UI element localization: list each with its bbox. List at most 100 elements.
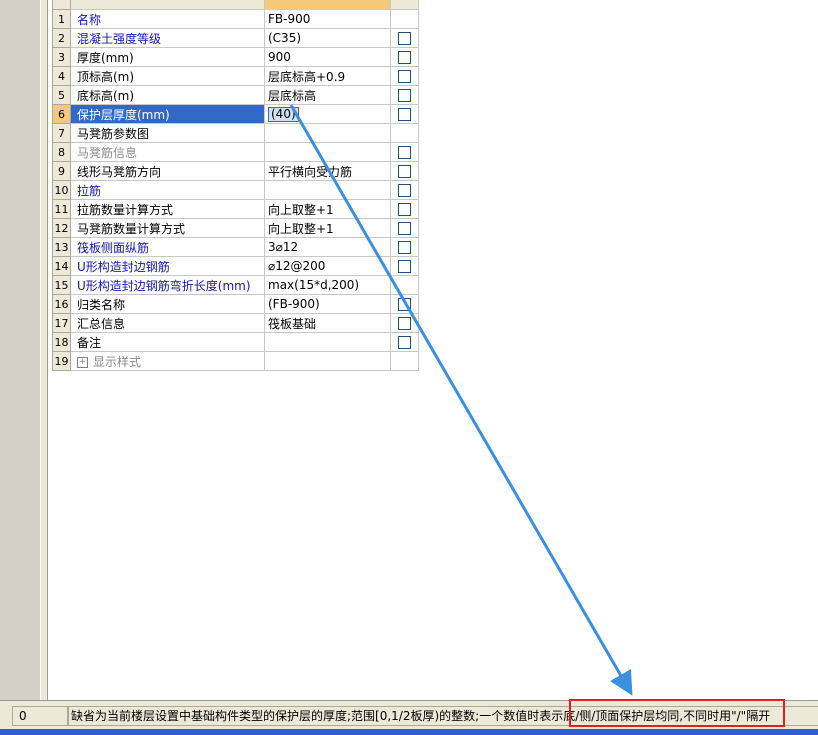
row-number[interactable]: 10 bbox=[52, 180, 71, 200]
property-row[interactable]: 4 顶标高(m) 层底标高+0.9 bbox=[52, 66, 419, 86]
property-value: 向上取整+1 bbox=[268, 202, 334, 217]
property-row[interactable]: 16 归类名称 (FB-900) bbox=[52, 294, 419, 314]
header-num-cell bbox=[52, 0, 71, 10]
property-value-cell[interactable]: ⌀12@200 bbox=[264, 256, 391, 276]
row-number[interactable]: 15 bbox=[52, 275, 71, 295]
property-row[interactable]: 17 汇总信息 筏板基础 bbox=[52, 313, 419, 333]
row-number[interactable]: 13 bbox=[52, 237, 71, 257]
checkbox-icon[interactable] bbox=[398, 317, 411, 330]
property-row[interactable]: 11 拉筋数量计算方式 向上取整+1 bbox=[52, 199, 419, 219]
property-name[interactable]: 归类名称 bbox=[70, 294, 265, 314]
property-name[interactable]: U形构造封边钢筋 bbox=[70, 256, 265, 276]
checkbox-icon[interactable] bbox=[398, 108, 411, 121]
property-value-cell[interactable]: 向上取整+1 bbox=[264, 218, 391, 238]
property-row[interactable]: 18 备注 bbox=[52, 332, 419, 352]
property-value-cell[interactable]: (C35) bbox=[264, 28, 391, 48]
plus-expand-icon[interactable]: + bbox=[77, 356, 88, 368]
property-name[interactable]: 马凳筋数量计算方式 bbox=[70, 218, 265, 238]
row-number[interactable]: 3 bbox=[52, 47, 71, 67]
property-row[interactable]: 2 混凝土强度等级 (C35) bbox=[52, 28, 419, 48]
checkbox-icon[interactable] bbox=[398, 184, 411, 197]
property-value-cell[interactable]: (FB-900) bbox=[264, 294, 391, 314]
checkbox-icon[interactable] bbox=[398, 298, 411, 311]
property-value-cell[interactable] bbox=[264, 142, 391, 162]
property-row[interactable]: 1 名称 FB-900 bbox=[52, 9, 419, 29]
property-name[interactable]: 线形马凳筋方向 bbox=[70, 161, 265, 181]
row-number[interactable]: 9 bbox=[52, 161, 71, 181]
property-value: ⌀12@200 bbox=[268, 259, 326, 273]
checkbox-icon[interactable] bbox=[398, 51, 411, 64]
row-number[interactable]: 2 bbox=[52, 28, 71, 48]
property-value-cell[interactable]: FB-900 bbox=[264, 9, 391, 29]
property-name[interactable]: 马凳筋信息 bbox=[70, 142, 265, 162]
property-value-cell[interactable]: 筏板基础 bbox=[264, 313, 391, 333]
property-row[interactable]: 7 马凳筋参数图 bbox=[52, 123, 419, 143]
property-value-cell[interactable] bbox=[264, 123, 391, 143]
property-value-cell[interactable]: 向上取整+1 bbox=[264, 199, 391, 219]
property-name[interactable]: 混凝土强度等级 bbox=[70, 28, 265, 48]
property-value-cell[interactable] bbox=[264, 351, 391, 371]
property-name[interactable]: 拉筋 bbox=[70, 180, 265, 200]
row-number[interactable]: 7 bbox=[52, 123, 71, 143]
property-name[interactable]: 汇总信息 bbox=[70, 313, 265, 333]
row-number[interactable]: 12 bbox=[52, 218, 71, 238]
checkbox-icon[interactable] bbox=[398, 336, 411, 349]
row-number[interactable]: 5 bbox=[52, 85, 71, 105]
property-row[interactable]: 9 线形马凳筋方向 平行横向受力筋 bbox=[52, 161, 419, 181]
property-name[interactable]: U形构造封边钢筋弯折长度(mm) bbox=[70, 275, 265, 295]
property-name[interactable]: 厚度(mm) bbox=[70, 47, 265, 67]
row-number[interactable]: 18 bbox=[52, 332, 71, 352]
splitter[interactable] bbox=[40, 0, 47, 700]
property-row[interactable]: 10 拉筋 bbox=[52, 180, 419, 200]
property-name[interactable]: 马凳筋参数图 bbox=[70, 123, 265, 143]
property-row[interactable]: 8 马凳筋信息 bbox=[52, 142, 419, 162]
row-number[interactable]: 16 bbox=[52, 294, 71, 314]
row-number[interactable]: 11 bbox=[52, 199, 71, 219]
row-number[interactable]: 14 bbox=[52, 256, 71, 276]
property-row[interactable]: 13 筏板侧面纵筋 3⌀12 bbox=[52, 237, 419, 257]
row-number[interactable]: 19 bbox=[52, 351, 71, 371]
property-name-label: 顶标高(m) bbox=[77, 69, 135, 84]
property-name[interactable]: 筏板侧面纵筋 bbox=[70, 237, 265, 257]
row-number[interactable]: 8 bbox=[52, 142, 71, 162]
checkbox-icon[interactable] bbox=[398, 203, 411, 216]
property-value-cell[interactable]: max(15*d,200) bbox=[264, 275, 391, 295]
checkbox-icon[interactable] bbox=[398, 165, 411, 178]
checkbox-icon[interactable] bbox=[398, 260, 411, 273]
property-name[interactable]: 备注 bbox=[70, 332, 265, 352]
property-value-cell[interactable]: 平行横向受力筋 bbox=[264, 161, 391, 181]
property-value-cell[interactable] bbox=[264, 332, 391, 352]
row-number[interactable]: 17 bbox=[52, 313, 71, 333]
property-row[interactable]: 6 保护层厚度(mm) (40) bbox=[52, 104, 419, 124]
row-number[interactable]: 4 bbox=[52, 66, 71, 86]
property-value-cell[interactable] bbox=[264, 180, 391, 200]
property-value-cell[interactable]: 3⌀12 bbox=[264, 237, 391, 257]
row-number[interactable]: 6 bbox=[52, 104, 71, 124]
property-row[interactable]: 3 厚度(mm) 900 bbox=[52, 47, 419, 67]
checkbox-icon[interactable] bbox=[398, 32, 411, 45]
property-name[interactable]: 保护层厚度(mm) bbox=[70, 104, 265, 124]
checkbox-icon[interactable] bbox=[398, 146, 411, 159]
property-name[interactable]: 顶标高(m) bbox=[70, 66, 265, 86]
property-name[interactable]: 名称 bbox=[70, 9, 265, 29]
property-row[interactable]: 15 U形构造封边钢筋弯折长度(mm) max(15*d,200) bbox=[52, 275, 419, 295]
property-row[interactable]: 12 马凳筋数量计算方式 向上取整+1 bbox=[52, 218, 419, 238]
property-row[interactable]: 14 U形构造封边钢筋 ⌀12@200 bbox=[52, 256, 419, 276]
property-name[interactable]: + 显示样式 bbox=[70, 351, 265, 371]
property-value-cell[interactable]: 层底标高+0.9 bbox=[264, 66, 391, 86]
property-name-label: 拉筋 bbox=[77, 183, 102, 198]
property-value-editor[interactable]: (40) bbox=[268, 106, 299, 122]
checkbox-icon[interactable] bbox=[398, 222, 411, 235]
property-value-cell[interactable]: (40) bbox=[264, 104, 391, 124]
property-row[interactable]: 5 底标高(m) 层底标高 bbox=[52, 85, 419, 105]
checkbox-icon[interactable] bbox=[398, 70, 411, 83]
property-value-cell[interactable]: 层底标高 bbox=[264, 85, 391, 105]
checkbox-icon[interactable] bbox=[398, 89, 411, 102]
property-value-cell[interactable]: 900 bbox=[264, 47, 391, 67]
property-name[interactable]: 拉筋数量计算方式 bbox=[70, 199, 265, 219]
property-row[interactable]: 19 + 显示样式 bbox=[52, 351, 419, 371]
checkbox-icon[interactable] bbox=[398, 241, 411, 254]
left-frame bbox=[0, 0, 48, 700]
row-number[interactable]: 1 bbox=[52, 9, 71, 29]
property-name[interactable]: 底标高(m) bbox=[70, 85, 265, 105]
